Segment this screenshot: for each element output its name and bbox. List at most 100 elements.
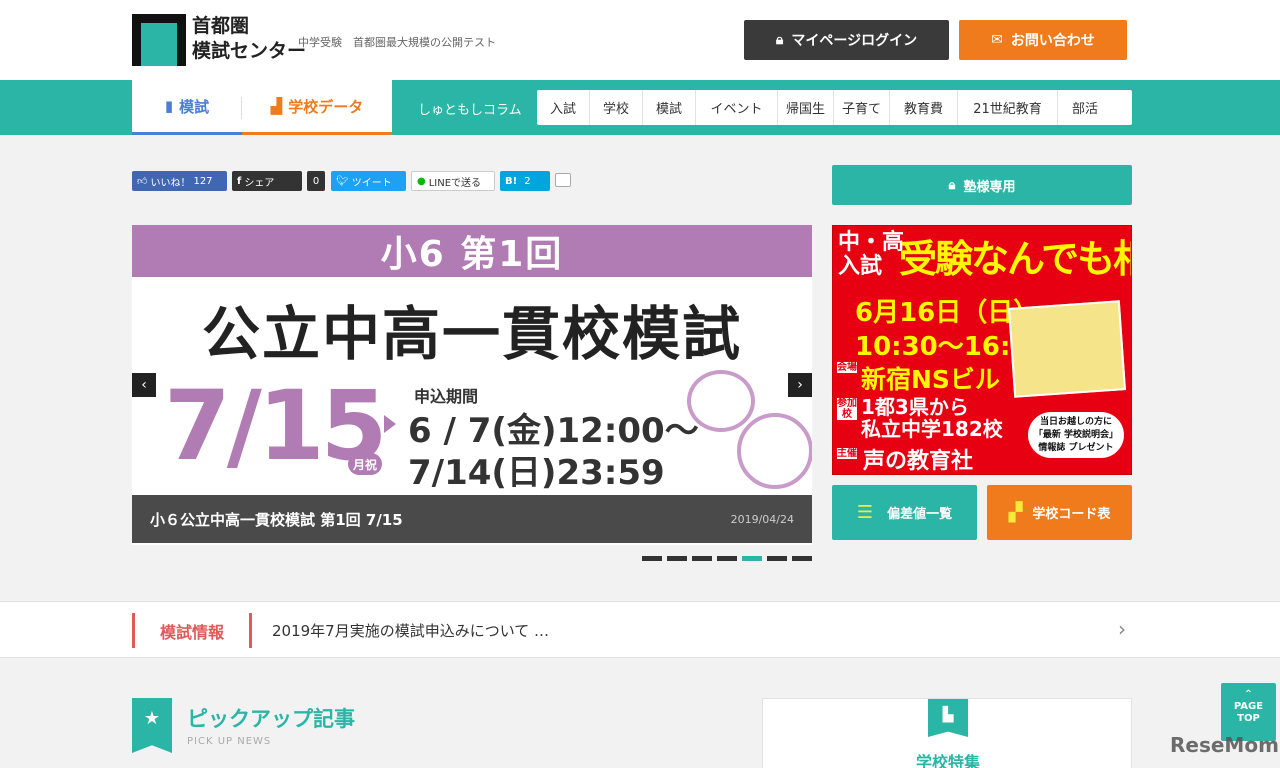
ad-heading-line2: 入試 bbox=[838, 254, 883, 279]
tab-moshi-label: 模試 bbox=[179, 97, 210, 116]
school-code-button[interactable]: ▞ 学校コード表 bbox=[987, 485, 1132, 540]
slider-pagination bbox=[642, 556, 812, 561]
banner-title: 公立中高一貫校模試 bbox=[201, 300, 742, 368]
news-label: 模試情報 bbox=[132, 613, 252, 648]
login-label: マイページログイン bbox=[791, 33, 918, 49]
chevron-right-icon[interactable]: › bbox=[1118, 617, 1126, 641]
category-event[interactable]: イベント bbox=[696, 90, 778, 125]
news-ticker: 模試情報 2019年7月実施の模試申込みについて … › bbox=[0, 601, 1280, 658]
school-icon: ▟ bbox=[270, 97, 283, 115]
ad-venue: 新宿NSビル bbox=[861, 365, 1000, 394]
juku-only-button[interactable]: 🔒︎ 塾様専用 bbox=[832, 165, 1132, 205]
child-face-illustration bbox=[737, 413, 812, 489]
like-count: 127 bbox=[193, 175, 213, 187]
tab-school-data[interactable]: ▟ 学校データ bbox=[242, 80, 392, 135]
logo-line1: 首都圏 bbox=[192, 15, 250, 37]
category-21c-education[interactable]: 21世紀教育 bbox=[958, 90, 1058, 125]
contact-label: お問い合わせ bbox=[1010, 33, 1095, 49]
facebook-icon: f bbox=[237, 175, 242, 187]
document-icon: ▮ bbox=[164, 97, 174, 115]
slide-caption-date: 2019/04/24 bbox=[730, 513, 794, 526]
hatena-bookmark-button[interactable]: B! 2 bbox=[500, 171, 550, 191]
ad-heading-line1: 中・高 bbox=[838, 230, 905, 255]
slider-dot[interactable] bbox=[767, 556, 787, 561]
like-label: いいね！ bbox=[150, 177, 191, 189]
ad-banner-consultation[interactable]: 中・高 入試 受験なんでも相談会 6月16日（日） 10:30～16:30 会場… bbox=[832, 225, 1132, 475]
thumbs-up-icon: 👍︎ bbox=[137, 176, 148, 187]
slider-prev-button[interactable]: ‹ bbox=[132, 373, 156, 397]
lock-icon: 🔒︎ bbox=[948, 177, 956, 193]
juku-label: 塾様専用 bbox=[963, 179, 1016, 195]
tweet-label: ツイート bbox=[351, 177, 392, 189]
school-building-icon: ▙ bbox=[928, 699, 968, 737]
lock-icon: 🔒︎ bbox=[775, 32, 784, 48]
share-count: 0 bbox=[307, 171, 325, 191]
list-icon: ☰ bbox=[856, 502, 874, 523]
hensa-label: 偏差値一覧 bbox=[887, 507, 953, 522]
slider-dot[interactable] bbox=[792, 556, 812, 561]
site-logo[interactable]: 首都圏 模試センター bbox=[132, 14, 306, 66]
slide-caption[interactable]: 小６公立中高一貫校模試 第1回 7/15 2019/04/24 bbox=[132, 495, 812, 543]
ad-tag-participants: 参加校 bbox=[837, 398, 857, 420]
slider-next-button[interactable]: › bbox=[788, 373, 812, 397]
logo-line2: 模試センター bbox=[192, 40, 307, 62]
banner-period-end: 7/14(日)23:59 bbox=[408, 453, 665, 493]
slider-dot[interactable] bbox=[717, 556, 737, 561]
slider-dot[interactable] bbox=[692, 556, 712, 561]
child-face-illustration bbox=[687, 370, 755, 432]
ad-note-line1: 当日お越しの方に bbox=[1039, 417, 1112, 427]
page-top-line1: PAGE bbox=[1233, 701, 1264, 712]
category-moshi[interactable]: 模試 bbox=[643, 90, 696, 125]
ad-heading-main: 受験なんでも相談会 bbox=[899, 237, 1131, 281]
ad-count-line1: 1都3県から bbox=[861, 395, 969, 419]
banner-exam-day: 月祝 bbox=[348, 453, 382, 475]
star-icon: ★ bbox=[132, 698, 172, 753]
deviation-list-button[interactable]: ☰ 偏差値一覧 bbox=[832, 485, 977, 540]
ad-note-line2: 「最新 学校説明会」 bbox=[1033, 430, 1119, 440]
ad-note-line3: 情報誌 プレゼント bbox=[1038, 443, 1114, 453]
share-label: シェア bbox=[244, 177, 275, 189]
school-feature-box[interactable]: ▙ 学校特集 bbox=[762, 698, 1132, 768]
slider-dot[interactable] bbox=[667, 556, 687, 561]
facebook-share-button[interactable]: f シェア bbox=[232, 171, 302, 191]
contact-button[interactable]: ✉ お問い合わせ bbox=[959, 20, 1127, 60]
slider-dot[interactable] bbox=[742, 556, 762, 561]
category-gakko[interactable]: 学校 bbox=[590, 90, 643, 125]
category-kikokusei[interactable]: 帰国生 bbox=[778, 90, 834, 125]
category-kosodate[interactable]: 子育て bbox=[834, 90, 890, 125]
twitter-icon: 🐦︎ bbox=[336, 175, 349, 187]
hero-slider[interactable]: 小6 第1回 公立中高一貫校模試 7/15 月祝 申込期間 6 / 7(金)12… bbox=[132, 225, 812, 545]
mail-icon: ✉ bbox=[991, 32, 1003, 48]
site-tagline: 中学受験 首都圏最大規模の公開テスト bbox=[298, 36, 496, 49]
logo-mark bbox=[132, 14, 186, 66]
category-nyushi[interactable]: 入試 bbox=[537, 90, 590, 125]
line-label: LINEで送る bbox=[428, 177, 482, 189]
banner-grade-round: 小6 第1回 bbox=[132, 225, 812, 277]
school-feature-title: 学校特集 bbox=[915, 753, 980, 768]
category-bar: 入試 学校 模試 イベント 帰国生 子育て 教育費 21世紀教育 部活 bbox=[537, 90, 1132, 125]
tab-moshi[interactable]: ▮ 模試 bbox=[132, 80, 242, 135]
logo-text: 首都圏 模試センター bbox=[192, 14, 306, 64]
hatena-label: B! bbox=[505, 175, 518, 187]
pickup-subtitle: PICK UP NEWS bbox=[187, 736, 272, 747]
ad-book-image bbox=[1007, 300, 1127, 398]
ad-tag-venue: 会場 bbox=[837, 362, 857, 373]
facebook-like-button[interactable]: 👍︎ いいね！ 127 bbox=[132, 171, 227, 191]
pickup-title: ピックアップ記事 bbox=[187, 707, 355, 731]
category-bukatsu[interactable]: 部活 bbox=[1058, 90, 1112, 125]
category-kyoikuhi[interactable]: 教育費 bbox=[890, 90, 958, 125]
slide-caption-title: 小６公立中高一貫校模試 第1回 7/15 bbox=[150, 511, 403, 529]
column-label[interactable]: しゅともしコラム bbox=[418, 99, 522, 118]
hatena-count: 2 bbox=[524, 175, 531, 187]
news-headline[interactable]: 2019年7月実施の模試申込みについて … bbox=[272, 620, 549, 641]
main-nav: ▮ 模試 ▟ 学校データ しゅともしコラム 入試 学校 模試 イベント 帰国生 … bbox=[0, 80, 1280, 135]
site-header: 首都圏 模試センター 中学受験 首都圏最大規模の公開テスト 🔒︎ マイページログ… bbox=[0, 0, 1280, 80]
code-label: 学校コード表 bbox=[1032, 507, 1111, 522]
page-top-line2: TOP bbox=[1237, 713, 1260, 724]
slider-dot[interactable] bbox=[642, 556, 662, 561]
mypage-login-button[interactable]: 🔒︎ マイページログイン bbox=[744, 20, 949, 60]
mail-share-icon[interactable] bbox=[555, 173, 571, 187]
line-send-button[interactable]: ● LINEで送る bbox=[411, 171, 495, 191]
tweet-button[interactable]: 🐦︎ ツイート bbox=[331, 171, 406, 191]
ad-present-note: 当日お越しの方に 「最新 学校説明会」 情報誌 プレゼント bbox=[1028, 412, 1124, 458]
